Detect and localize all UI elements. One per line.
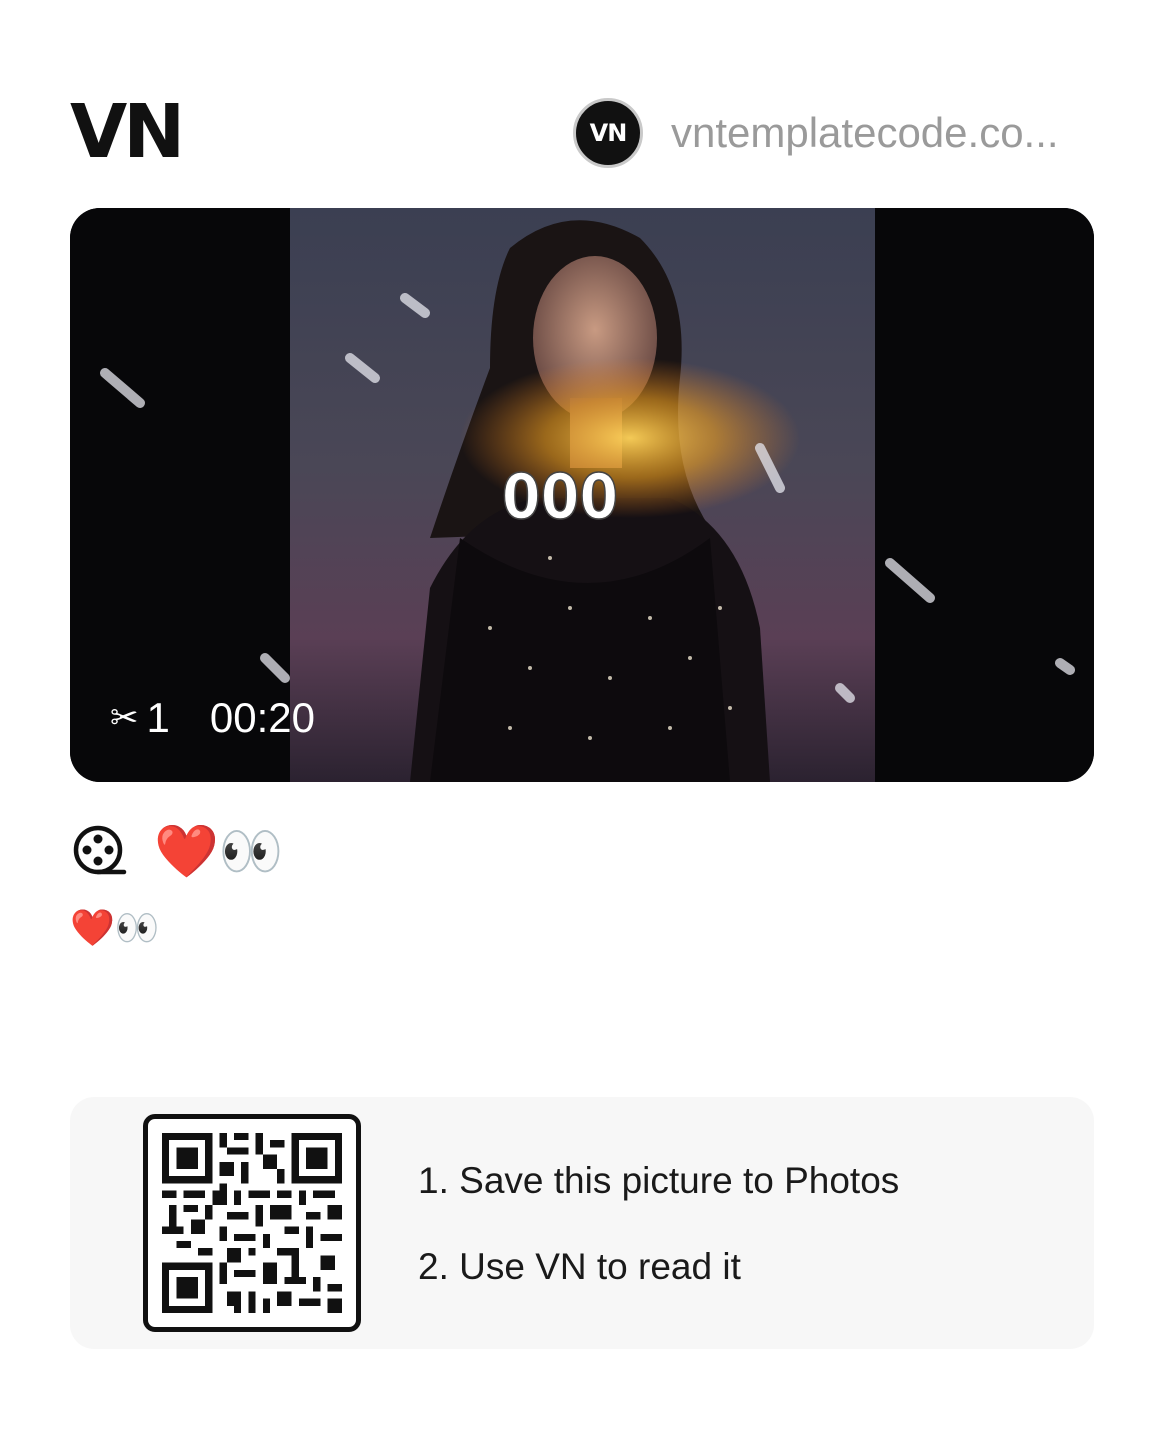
template-description: ❤️👀	[70, 908, 160, 949]
instruction-step-1: 1. Save this picture to Photos	[418, 1160, 900, 1201]
vn-logo-text: VN	[70, 89, 185, 175]
video-duration: 00:20	[209, 694, 315, 741]
author-avatar[interactable]: VN	[573, 98, 643, 168]
author-name[interactable]: vntemplatecode.co...	[671, 109, 1086, 157]
video-overlay-text: 000	[502, 460, 618, 533]
clip-count: 1	[146, 694, 170, 741]
qr-code-icon	[162, 1133, 342, 1313]
qr-instructions: 1. Save this picture to Photos 2. Use VN…	[418, 1159, 899, 1289]
template-title: ❤️👀	[154, 822, 284, 882]
scissors-icon: ✂	[110, 699, 139, 737]
qr-card: 1. Save this picture to Photos 2. Use VN…	[70, 1097, 1094, 1349]
author-info[interactable]: VN vntemplatecode.co...	[573, 98, 1093, 168]
film-reel-icon	[73, 825, 127, 875]
avatar-text: VN	[589, 119, 628, 147]
clip-info: ✂ 1 00:20	[110, 694, 315, 742]
instruction-step-2: 2. Use VN to read it	[418, 1246, 741, 1287]
video-preview[interactable]: 000 ✂ 1 00:20	[70, 208, 1094, 782]
template-title-row: ❤️👀	[72, 822, 284, 882]
vn-logo: VN	[70, 89, 185, 175]
qr-code	[143, 1114, 361, 1332]
